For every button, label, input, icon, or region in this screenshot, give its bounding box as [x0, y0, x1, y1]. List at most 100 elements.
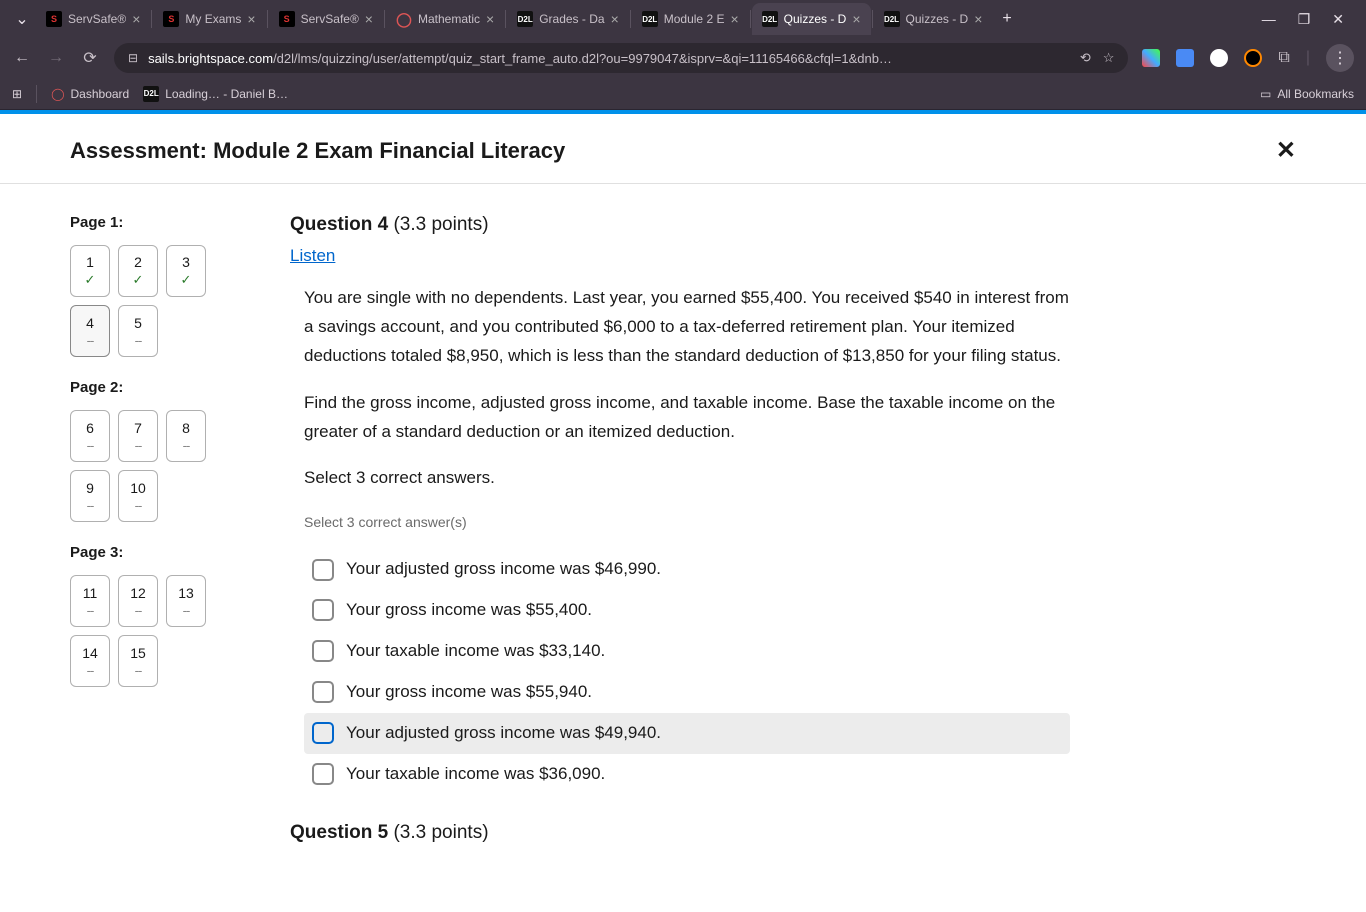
checkbox[interactable]: [312, 722, 334, 744]
answer-option[interactable]: Your gross income was $55,940.: [304, 672, 1070, 713]
browser-tab[interactable]: D2LGrades - Da×: [507, 3, 629, 35]
bookmark-loading[interactable]: D2L Loading… - Daniel B…: [143, 86, 288, 102]
tab-close-icon[interactable]: ×: [974, 11, 982, 27]
question-nav-box[interactable]: 9--: [70, 470, 110, 522]
answer-option[interactable]: Your gross income was $55,400.: [304, 590, 1070, 631]
question-nav-box[interactable]: 10--: [118, 470, 158, 522]
close-window-button[interactable]: ✕: [1332, 11, 1344, 28]
browser-tab[interactable]: SMy Exams×: [153, 3, 265, 35]
question-nav-box[interactable]: 2✓: [118, 245, 158, 297]
bookmark-dashboard[interactable]: ◯ Dashboard: [51, 87, 129, 101]
close-assessment-button[interactable]: ✕: [1276, 136, 1296, 165]
listen-link[interactable]: Listen: [290, 246, 335, 266]
unanswered-icon: --: [135, 663, 142, 678]
apps-grid-icon[interactable]: ⊞: [12, 87, 22, 101]
question-text-3: Select 3 correct answers.: [304, 464, 1070, 493]
question-nav-box[interactable]: 7--: [118, 410, 158, 462]
question-nav-box[interactable]: 6--: [70, 410, 110, 462]
tab-title: ServSafe®: [68, 12, 126, 26]
tab-title: ServSafe®: [301, 12, 359, 26]
site-settings-icon[interactable]: ⊟: [128, 51, 138, 65]
answer-text: Your gross income was $55,940.: [346, 678, 592, 707]
checkbox[interactable]: [312, 763, 334, 785]
tab-close-icon[interactable]: ×: [730, 11, 738, 27]
reload-button[interactable]: ⟳: [80, 48, 100, 68]
question-nav-box[interactable]: 5--: [118, 305, 158, 357]
checkbox[interactable]: [312, 681, 334, 703]
bookmark-star-icon[interactable]: ☆: [1103, 50, 1115, 66]
question-text-1: You are single with no dependents. Last …: [304, 284, 1070, 371]
answer-option[interactable]: Your taxable income was $33,140.: [304, 631, 1070, 672]
answer-text: Your adjusted gross income was $46,990.: [346, 555, 661, 584]
browser-tab[interactable]: D2L Module 2 E ×: [632, 3, 749, 35]
browser-tab[interactable]: SServSafe®×: [269, 3, 383, 35]
question-nav-box[interactable]: 13--: [166, 575, 206, 627]
next-question-header: Question 5 (3.3 points): [290, 822, 1070, 844]
tab-close-icon[interactable]: ×: [611, 11, 619, 27]
checkbox[interactable]: [312, 599, 334, 621]
question-nav-box[interactable]: 4--: [70, 305, 110, 357]
select-hint: Select 3 correct answer(s): [304, 511, 1070, 535]
back-button[interactable]: ←: [12, 49, 32, 67]
tab-close-icon[interactable]: ×: [486, 11, 494, 27]
minimize-button[interactable]: —: [1262, 11, 1276, 28]
question-nav-box[interactable]: 8--: [166, 410, 206, 462]
browser-menu-button[interactable]: ⋮: [1326, 44, 1354, 72]
tab-search-dropdown[interactable]: ⌄: [8, 9, 36, 29]
tab-title: My Exams: [185, 12, 241, 26]
unanswered-icon: --: [87, 333, 94, 348]
browser-tab[interactable]: S ServSafe® ×: [36, 3, 150, 35]
question-header: Question 4 (3.3 points): [290, 214, 1070, 236]
tab-favicon: D2L: [762, 11, 778, 27]
page-label: Page 2:: [70, 379, 250, 396]
ext-icon-1[interactable]: [1142, 49, 1160, 67]
url-bar[interactable]: ⊟ sails.brightspace.com/d2l/lms/quizzing…: [114, 43, 1128, 73]
browser-chrome: ⌄ SServSafe®×SMy Exams×SServSafe®×◯Mathe…: [0, 0, 1366, 110]
unanswered-icon: --: [87, 498, 94, 513]
share-icon[interactable]: ⟲: [1080, 50, 1091, 66]
all-bookmarks-button[interactable]: ▭ All Bookmarks: [1260, 87, 1354, 101]
restore-button[interactable]: ❐: [1298, 11, 1311, 28]
tab-strip: ⌄ SServSafe®×SMy Exams×SServSafe®×◯Mathe…: [0, 0, 1366, 38]
ext-icon-4[interactable]: [1244, 49, 1262, 67]
answer-list: Your adjusted gross income was $46,990. Y…: [304, 549, 1070, 794]
folder-icon: ▭: [1260, 87, 1271, 101]
ext-icon-3[interactable]: [1210, 49, 1228, 67]
browser-tab[interactable]: D2LQuizzes - D×: [752, 3, 871, 35]
tab-favicon: S: [46, 11, 62, 27]
forward-button[interactable]: →: [46, 49, 66, 67]
tab-close-icon[interactable]: ×: [132, 11, 140, 27]
answer-option[interactable]: Your adjusted gross income was $49,940.: [304, 713, 1070, 754]
tab-favicon: ◯: [396, 11, 412, 27]
question-nav-box[interactable]: 11--: [70, 575, 110, 627]
assessment-title: Assessment: Module 2 Exam Financial Lite…: [70, 138, 565, 164]
answer-text: Your taxable income was $33,140.: [346, 637, 605, 666]
question-nav-sidebar: Page 1:1✓2✓3✓4--5--Page 2:6--7--8--9--10…: [70, 214, 250, 844]
new-tab-button[interactable]: +: [992, 10, 1021, 28]
tab-title: Module 2 E: [664, 12, 725, 26]
unanswered-icon: --: [135, 603, 142, 618]
checkbox[interactable]: [312, 640, 334, 662]
tab-favicon: D2L: [642, 11, 658, 27]
checkbox[interactable]: [312, 559, 334, 581]
question-nav-box[interactable]: 12--: [118, 575, 158, 627]
browser-tab[interactable]: D2LQuizzes - D×: [874, 3, 993, 35]
answer-option[interactable]: Your taxable income was $36,090.: [304, 754, 1070, 795]
unanswered-icon: --: [87, 663, 94, 678]
tab-close-icon[interactable]: ×: [365, 11, 373, 27]
ext-icon-2[interactable]: [1176, 49, 1194, 67]
question-nav-box[interactable]: 15--: [118, 635, 158, 687]
dashboard-icon: ◯: [51, 87, 64, 101]
tab-title: Grades - Da: [539, 12, 604, 26]
content-area: Assessment: Module 2 Exam Financial Lite…: [0, 114, 1366, 912]
answer-text: Your taxable income was $36,090.: [346, 760, 605, 789]
answer-option[interactable]: Your adjusted gross income was $46,990.: [304, 549, 1070, 590]
tab-close-icon[interactable]: ×: [852, 11, 860, 27]
extensions-puzzle-icon[interactable]: ⧉: [1278, 49, 1289, 67]
question-nav-box[interactable]: 1✓: [70, 245, 110, 297]
browser-tab[interactable]: ◯Mathematic×: [386, 3, 504, 35]
address-bar: ← → ⟳ ⊟ sails.brightspace.com/d2l/lms/qu…: [0, 38, 1366, 78]
question-nav-box[interactable]: 14--: [70, 635, 110, 687]
question-nav-box[interactable]: 3✓: [166, 245, 206, 297]
tab-close-icon[interactable]: ×: [247, 11, 255, 27]
